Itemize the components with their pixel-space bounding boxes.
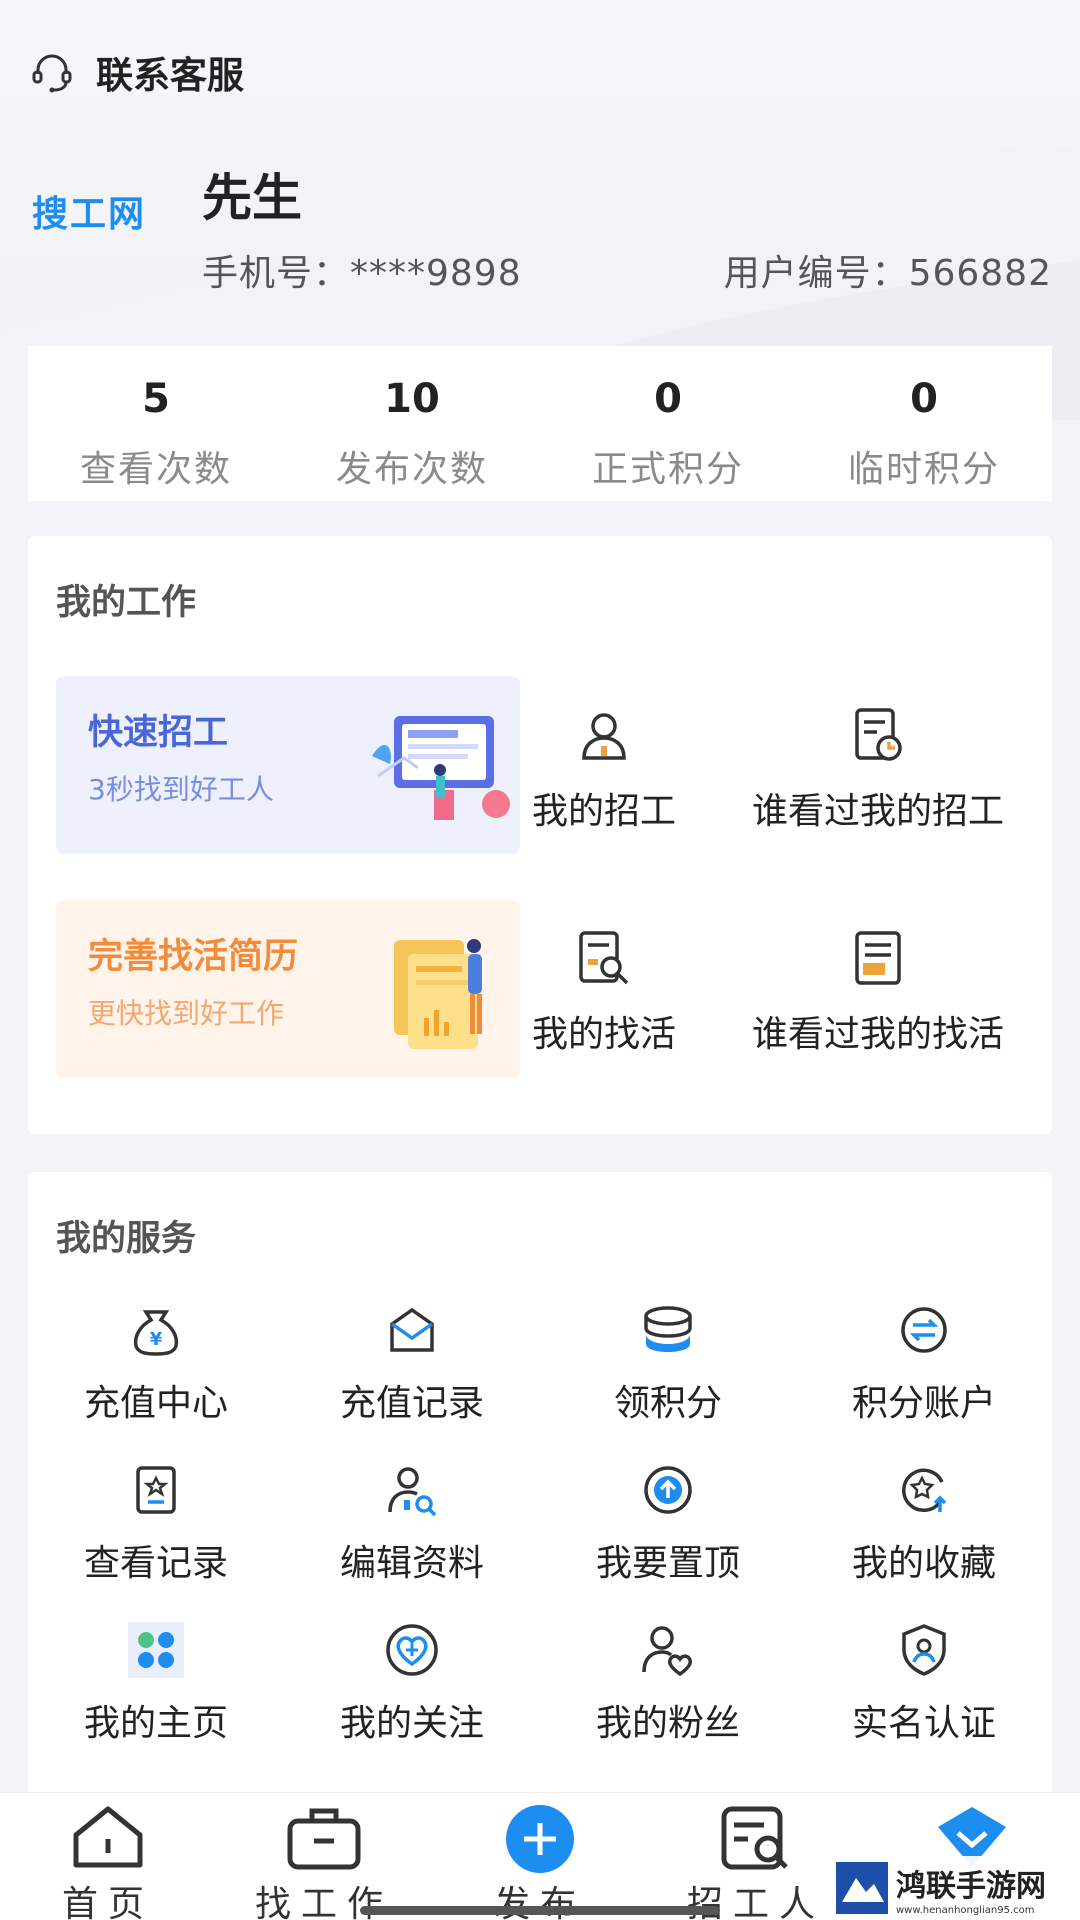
coin-stack-icon	[644, 1306, 692, 1352]
stat-value: 10	[384, 376, 440, 422]
svg-text:¥: ¥	[150, 1329, 163, 1350]
service-get-points[interactable]: 领积分	[540, 1302, 796, 1426]
service-label: 我的粉丝	[595, 1703, 740, 1744]
user-phone: 手机号：****9898	[202, 253, 522, 294]
star-circle-icon	[902, 1468, 947, 1513]
stat-label: 临时积分	[847, 449, 1000, 490]
service-recharge-center[interactable]: ¥ 充值中心	[28, 1302, 284, 1426]
quick-hire-title: 快速招工	[88, 713, 229, 753]
who-viewed-hires-label: 谁看过我的招工	[751, 791, 1004, 832]
watermark-logo-icon	[836, 1862, 888, 1914]
quick-hire-banner[interactable]: 快速招工 3秒找到好工人	[56, 676, 520, 854]
user-edit-icon	[388, 1467, 437, 1517]
stats-bar: 5 查看次数 10 发布次数 0 正式积分 0 临时积分	[28, 346, 1052, 501]
my-hires-label: 我的招工	[531, 791, 676, 832]
stat-value: 0	[654, 376, 682, 422]
watermark-url: www.henanhonglian95.com	[896, 1904, 1035, 1916]
stat-label: 查看次数	[79, 449, 232, 490]
brand-logo: 搜工网	[32, 194, 147, 235]
service-my-homepage[interactable]: 我的主页	[28, 1622, 284, 1746]
service-label: 实名认证	[851, 1703, 996, 1744]
service-label: 积分账户	[851, 1383, 996, 1424]
service-label: 充值记录	[339, 1383, 484, 1424]
money-bag-icon: ¥	[133, 1310, 179, 1356]
my-work-card: 我的工作 快速招工 3秒找到好工人 完善找活简历 更快找到好工作 我的招工 谁看…	[28, 536, 1052, 1134]
service-recharge-records[interactable]: 充值记录	[284, 1302, 540, 1426]
briefcase-icon	[287, 1808, 361, 1870]
stat-label: 正式积分	[591, 449, 744, 490]
document-clock-icon	[855, 708, 902, 761]
tab-publish[interactable]: 发布	[440, 1793, 640, 1920]
plus-circle-icon	[506, 1805, 574, 1873]
complete-resume-subtitle: 更快找到好工作	[88, 997, 285, 1030]
complete-resume-banner[interactable]: 完善找活简历 更快找到好工作	[56, 900, 520, 1078]
person-icon	[582, 713, 626, 760]
star-card-icon	[136, 1466, 176, 1514]
envelope-icon	[390, 1307, 434, 1352]
my-jobs-item[interactable]: 我的找活	[464, 929, 744, 1057]
who-viewed-jobs-label: 谁看过我的找活	[751, 1014, 1004, 1055]
service-label: 编辑资料	[339, 1543, 484, 1584]
contact-support-label: 联系客服	[96, 54, 244, 97]
shield-user-icon	[902, 1624, 946, 1676]
service-label: 我的主页	[83, 1703, 228, 1744]
service-my-favorites[interactable]: 我的收藏	[796, 1462, 1052, 1586]
complete-resume-title: 完善找活简历	[88, 937, 299, 977]
who-viewed-hires-item[interactable]: 谁看过我的招工	[738, 706, 1018, 834]
service-my-follows[interactable]: 我的关注	[284, 1622, 540, 1746]
my-jobs-label: 我的找活	[531, 1014, 676, 1055]
contact-support-button[interactable]: 联系客服	[30, 48, 244, 97]
my-services-title: 我的服务	[56, 1219, 197, 1259]
heart-plus-icon	[386, 1624, 438, 1676]
service-my-fans[interactable]: 我的粉丝	[540, 1622, 796, 1746]
search-document-icon	[721, 1806, 788, 1870]
watermark: 鸿联手游网 www.henanhonglian95.com	[830, 1856, 1080, 1920]
service-points-account[interactable]: 积分账户	[796, 1302, 1052, 1426]
stat-label: 发布次数	[335, 449, 488, 490]
service-pin-top[interactable]: 我要置顶	[540, 1462, 796, 1586]
service-label: 充值中心	[83, 1383, 228, 1424]
exchange-icon	[901, 1307, 947, 1353]
tab-label: 首页	[61, 1884, 154, 1920]
service-view-records[interactable]: 查看记录	[28, 1462, 284, 1586]
quick-hire-subtitle: 3秒找到好工人	[88, 773, 274, 806]
stat-publish-count[interactable]: 10 发布次数	[284, 346, 540, 501]
service-label: 领积分	[613, 1383, 722, 1424]
services-grid: ¥ 充值中心 充值记录 领积分 积分账户 查看记录 编辑资料 我要置顶 我的收藏…	[28, 1302, 1052, 1746]
user-id: 用户编号：566882	[723, 253, 1052, 294]
service-label: 我的收藏	[851, 1543, 996, 1584]
service-edit-profile[interactable]: 编辑资料	[284, 1462, 540, 1586]
my-services-card: 我的服务 ¥ 充值中心 充值记录 领积分 积分账户 查看记录 编辑资料 我要置顶…	[28, 1172, 1052, 1802]
stat-formal-points[interactable]: 0 正式积分	[540, 346, 796, 501]
tab-find-work[interactable]: 找工作	[224, 1793, 424, 1920]
stat-view-count[interactable]: 5 查看次数	[28, 346, 284, 501]
service-label: 我的关注	[339, 1703, 484, 1744]
tab-home[interactable]: 首页	[8, 1793, 208, 1920]
my-work-title: 我的工作	[56, 583, 197, 623]
service-label: 查看记录	[83, 1543, 228, 1584]
my-hires-item[interactable]: 我的招工	[464, 706, 744, 834]
home-icon	[73, 1806, 143, 1868]
home-indicator[interactable]	[360, 1906, 720, 1915]
headset-icon	[32, 54, 72, 93]
who-viewed-jobs-item[interactable]: 谁看过我的找活	[738, 929, 1018, 1057]
stat-value: 0	[910, 376, 938, 422]
user-name: 先生	[202, 169, 302, 227]
stat-value: 5	[142, 376, 170, 422]
service-label: 我要置顶	[595, 1543, 740, 1584]
dots-grid-icon	[128, 1622, 184, 1678]
document-search-icon	[579, 931, 629, 985]
arrow-up-circle-icon	[644, 1466, 692, 1514]
user-heart-icon	[642, 1626, 693, 1677]
watermark-title: 鸿联手游网	[896, 1868, 1046, 1904]
document-list-icon	[855, 931, 901, 985]
stat-temp-points[interactable]: 0 临时积分	[796, 346, 1052, 501]
tab-hire-workers[interactable]: 招工人	[656, 1793, 856, 1920]
service-real-name-auth[interactable]: 实名认证	[796, 1622, 1052, 1746]
